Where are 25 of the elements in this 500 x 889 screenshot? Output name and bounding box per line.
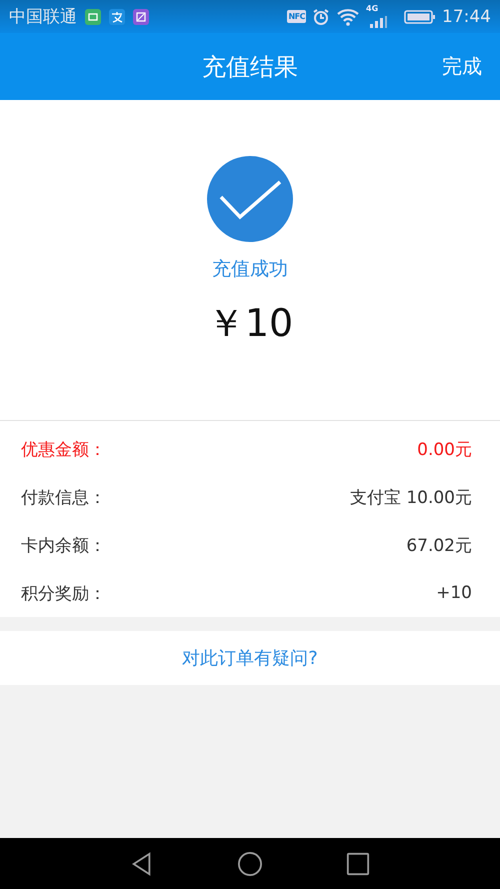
detail-value: 67.02元 — [406, 534, 472, 556]
nfc-icon: NFC — [287, 10, 306, 23]
detail-value: 0.00元 — [417, 438, 472, 460]
recent-apps-icon[interactable] — [346, 852, 370, 876]
detail-label: 积分奖励： — [21, 582, 106, 604]
detail-label: 优惠金额： — [21, 438, 106, 460]
help-link[interactable]: 对此订单有疑问? — [182, 646, 318, 670]
notification-icon — [109, 8, 125, 24]
success-message: 充值成功 — [212, 257, 288, 282]
amount: ￥10 — [206, 300, 294, 347]
notification-icon — [133, 8, 149, 24]
battery-icon — [404, 8, 436, 24]
detail-label: 卡内余额： — [21, 534, 106, 556]
detail-label: 付款信息： — [21, 486, 106, 508]
home-icon[interactable] — [238, 852, 262, 876]
alarm-icon — [312, 8, 330, 26]
carrier-name: 中国联通 — [9, 6, 77, 28]
notification-icon — [85, 8, 101, 24]
wifi-icon — [336, 8, 360, 26]
checkmark-icon — [207, 156, 293, 242]
done-button[interactable]: 完成 — [442, 53, 482, 80]
page-title: 充值结果 — [202, 52, 298, 82]
detail-value: +10 — [436, 583, 472, 603]
clock: 17:44 — [442, 6, 491, 26]
detail-value: 支付宝 10.00元 — [350, 486, 472, 508]
